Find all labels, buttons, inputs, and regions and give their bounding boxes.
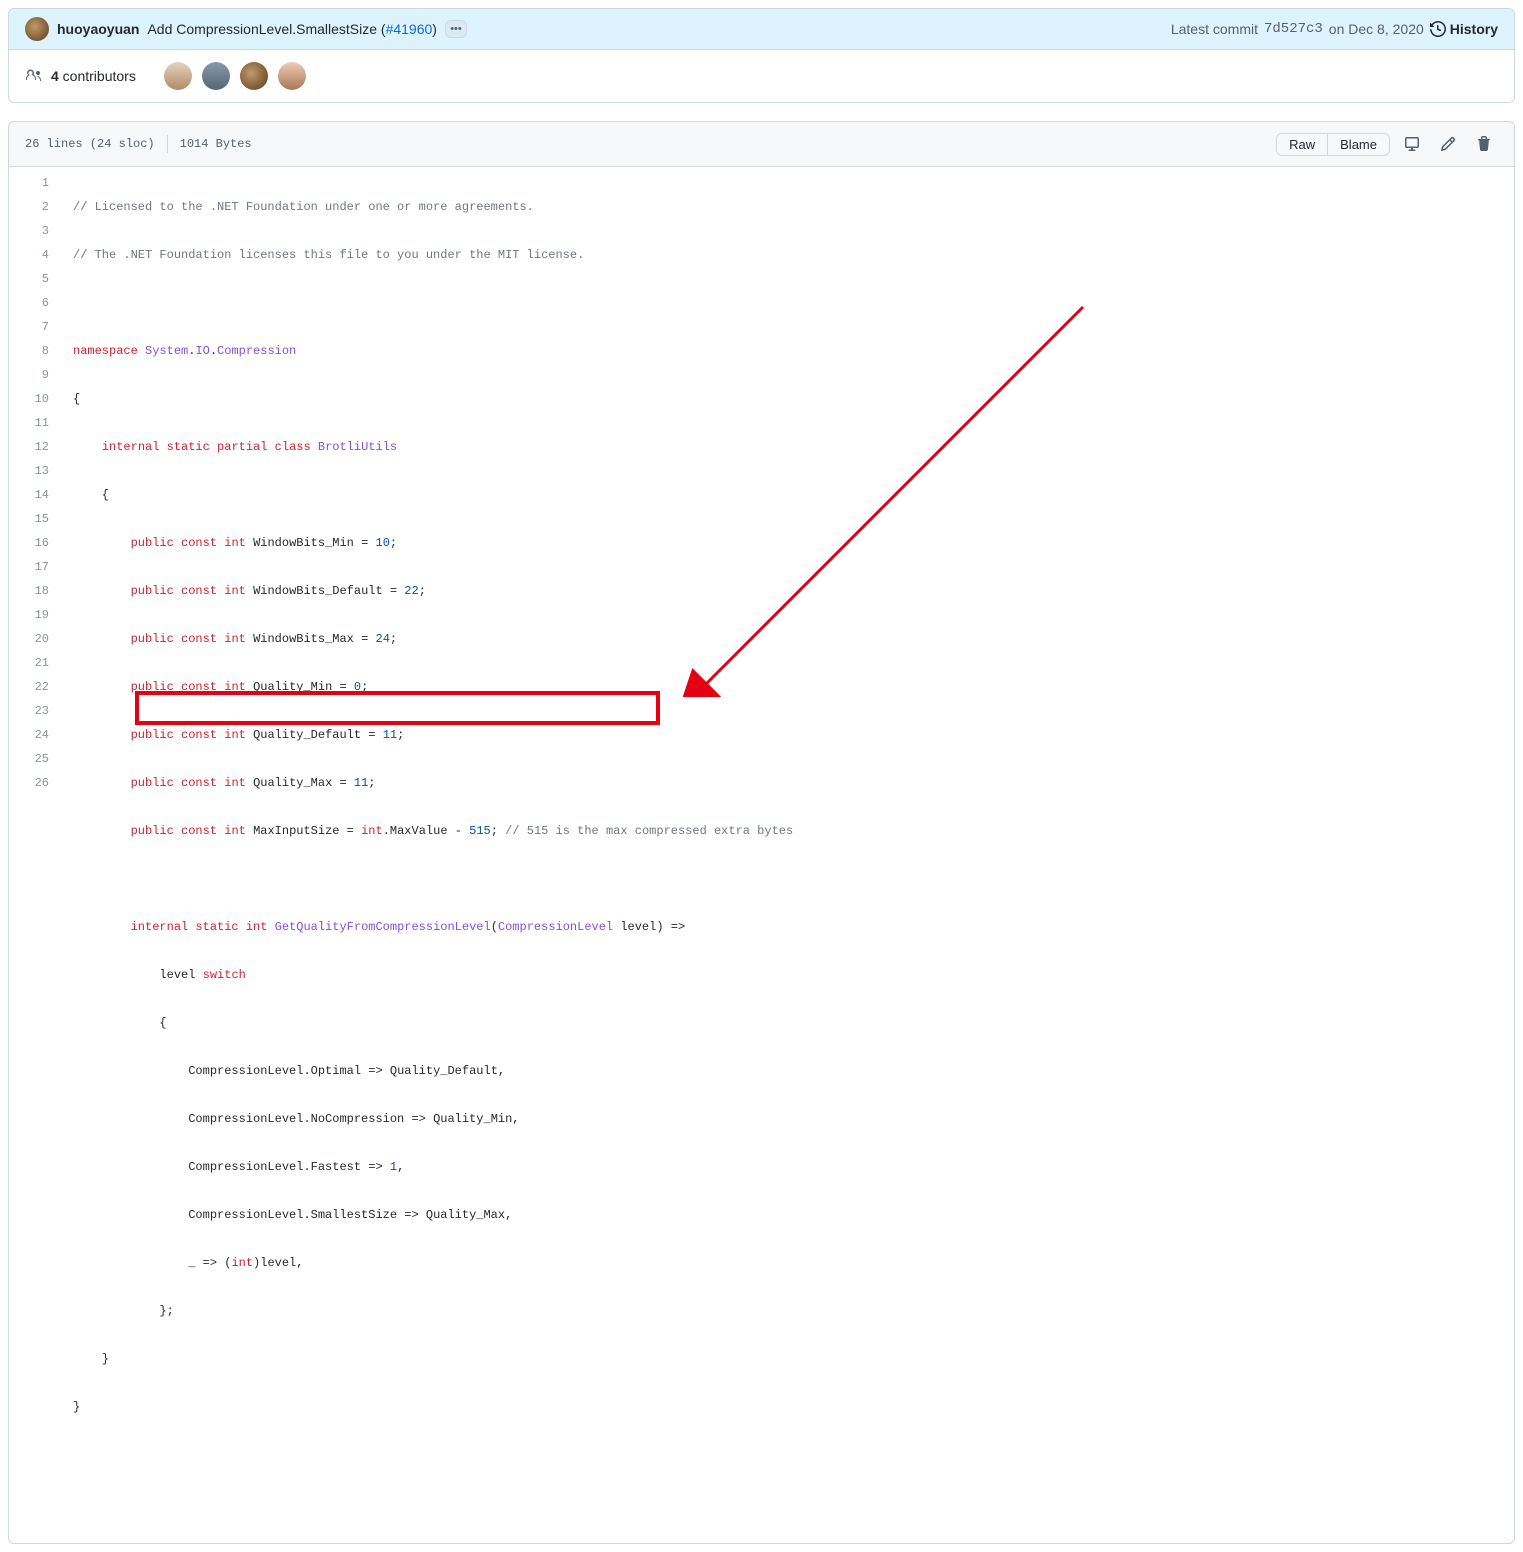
- line-number[interactable]: 2: [9, 195, 63, 219]
- trash-icon[interactable]: [1470, 130, 1498, 158]
- line-number[interactable]: 24: [9, 723, 63, 747]
- code-area[interactable]: 1234567891011121314151617181920212223242…: [9, 167, 1514, 1543]
- line-number[interactable]: 23: [9, 699, 63, 723]
- lines-sloc: 26 lines (24 sloc): [25, 137, 155, 151]
- file-size: 1014 Bytes: [180, 137, 252, 151]
- commit-sha-link[interactable]: 7d527c3: [1264, 21, 1323, 37]
- author-avatar[interactable]: [25, 17, 49, 41]
- line-gutter: 1234567891011121314151617181920212223242…: [9, 167, 63, 1543]
- more-icon[interactable]: •••: [445, 20, 467, 38]
- line-number[interactable]: 14: [9, 483, 63, 507]
- line-number[interactable]: 25: [9, 747, 63, 771]
- history-link[interactable]: History: [1430, 21, 1498, 37]
- latest-commit-label: Latest commit: [1171, 21, 1258, 37]
- history-icon: [1430, 21, 1446, 37]
- contributors-bar: 4 contributors: [9, 50, 1514, 102]
- line-number[interactable]: 4: [9, 243, 63, 267]
- history-label: History: [1450, 21, 1498, 37]
- line-number[interactable]: 18: [9, 579, 63, 603]
- blame-button[interactable]: Blame: [1327, 134, 1389, 155]
- commit-bar: huoyaoyuan Add CompressionLevel.Smallest…: [9, 9, 1514, 50]
- desktop-icon[interactable]: [1398, 130, 1426, 158]
- contributor-avatar[interactable]: [164, 62, 192, 90]
- commit-message-text: Add CompressionLevel.SmallestSize (: [147, 21, 385, 37]
- line-number[interactable]: 1: [9, 171, 63, 195]
- line-number[interactable]: 16: [9, 531, 63, 555]
- line-number[interactable]: 19: [9, 603, 63, 627]
- line-number[interactable]: 17: [9, 555, 63, 579]
- pr-link[interactable]: #41960: [386, 21, 433, 37]
- line-number[interactable]: 3: [9, 219, 63, 243]
- line-number[interactable]: 8: [9, 339, 63, 363]
- line-number[interactable]: 26: [9, 771, 63, 795]
- contributors-count[interactable]: 4 contributors: [51, 68, 136, 84]
- line-number[interactable]: 5: [9, 267, 63, 291]
- file-header: 26 lines (24 sloc) 1014 Bytes Raw Blame: [9, 122, 1514, 167]
- line-number[interactable]: 12: [9, 435, 63, 459]
- commit-meta: Latest commit 7d527c3 on Dec 8, 2020 His…: [1171, 21, 1498, 37]
- line-number[interactable]: 6: [9, 291, 63, 315]
- contributor-avatar[interactable]: [202, 62, 230, 90]
- contributor-avatar[interactable]: [278, 62, 306, 90]
- line-number[interactable]: 15: [9, 507, 63, 531]
- pencil-icon[interactable]: [1434, 130, 1462, 158]
- code-content[interactable]: // Licensed to the .NET Foundation under…: [63, 167, 1514, 1543]
- line-number[interactable]: 20: [9, 627, 63, 651]
- people-icon: [25, 68, 41, 84]
- line-number[interactable]: 21: [9, 651, 63, 675]
- author-link[interactable]: huoyaoyuan: [57, 21, 139, 37]
- commit-message[interactable]: Add CompressionLevel.SmallestSize (#4196…: [147, 21, 437, 37]
- line-number[interactable]: 10: [9, 387, 63, 411]
- commit-date: on Dec 8, 2020: [1329, 21, 1424, 37]
- file-box: 26 lines (24 sloc) 1014 Bytes Raw Blame …: [8, 121, 1515, 1544]
- raw-button[interactable]: Raw: [1277, 134, 1327, 155]
- contributor-avatar[interactable]: [240, 62, 268, 90]
- raw-blame-group: Raw Blame: [1276, 133, 1390, 156]
- line-number[interactable]: 9: [9, 363, 63, 387]
- commit-message-suffix: ): [432, 21, 437, 37]
- divider: [167, 135, 168, 153]
- commit-box: huoyaoyuan Add CompressionLevel.Smallest…: [8, 8, 1515, 103]
- line-number[interactable]: 22: [9, 675, 63, 699]
- line-number[interactable]: 7: [9, 315, 63, 339]
- line-number[interactable]: 11: [9, 411, 63, 435]
- line-number[interactable]: 13: [9, 459, 63, 483]
